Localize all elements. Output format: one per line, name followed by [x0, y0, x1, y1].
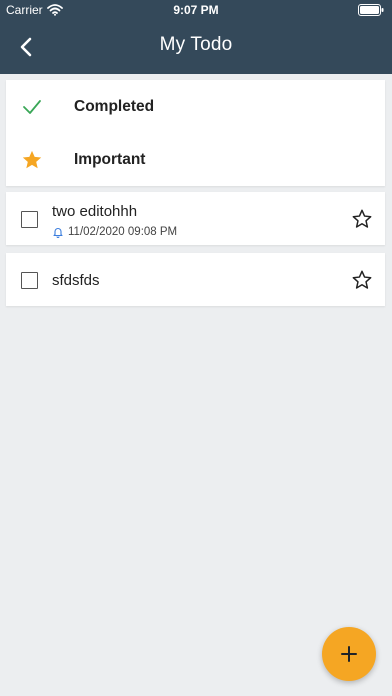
navigation-bar: My Todo — [0, 20, 392, 74]
star-outline-icon[interactable] — [351, 269, 373, 291]
star-filled-icon — [22, 150, 42, 169]
bell-icon — [53, 228, 63, 238]
add-task-button[interactable] — [322, 627, 376, 681]
star-outline-icon[interactable] — [351, 208, 373, 230]
task-title: two editohhh — [52, 203, 138, 220]
check-icon — [23, 100, 41, 114]
task-item[interactable]: two editohhh 11/02/2020 09:08 PM — [6, 192, 385, 245]
task-checkbox[interactable] — [21, 211, 38, 228]
filters-card: Completed Important — [6, 80, 385, 186]
page-title: My Todo — [159, 34, 233, 55]
task-checkbox[interactable] — [21, 272, 38, 289]
status-bar: Carrier 9:07 PM — [0, 0, 392, 20]
battery-icon — [358, 4, 384, 19]
filter-completed[interactable]: Completed — [6, 81, 385, 133]
filter-important-label: Important — [74, 151, 146, 168]
plus-icon — [341, 646, 357, 662]
task-item[interactable]: sfdsfds — [6, 253, 385, 306]
filter-completed-label: Completed — [74, 98, 155, 115]
filter-important[interactable]: Important — [6, 134, 385, 186]
task-title: sfdsfds — [52, 272, 100, 289]
status-time: 9:07 PM — [173, 3, 219, 17]
task-reminder-date: 11/02/2020 09:08 PM — [68, 226, 178, 238]
task-reminder: 11/02/2020 09:08 PM — [52, 226, 177, 238]
